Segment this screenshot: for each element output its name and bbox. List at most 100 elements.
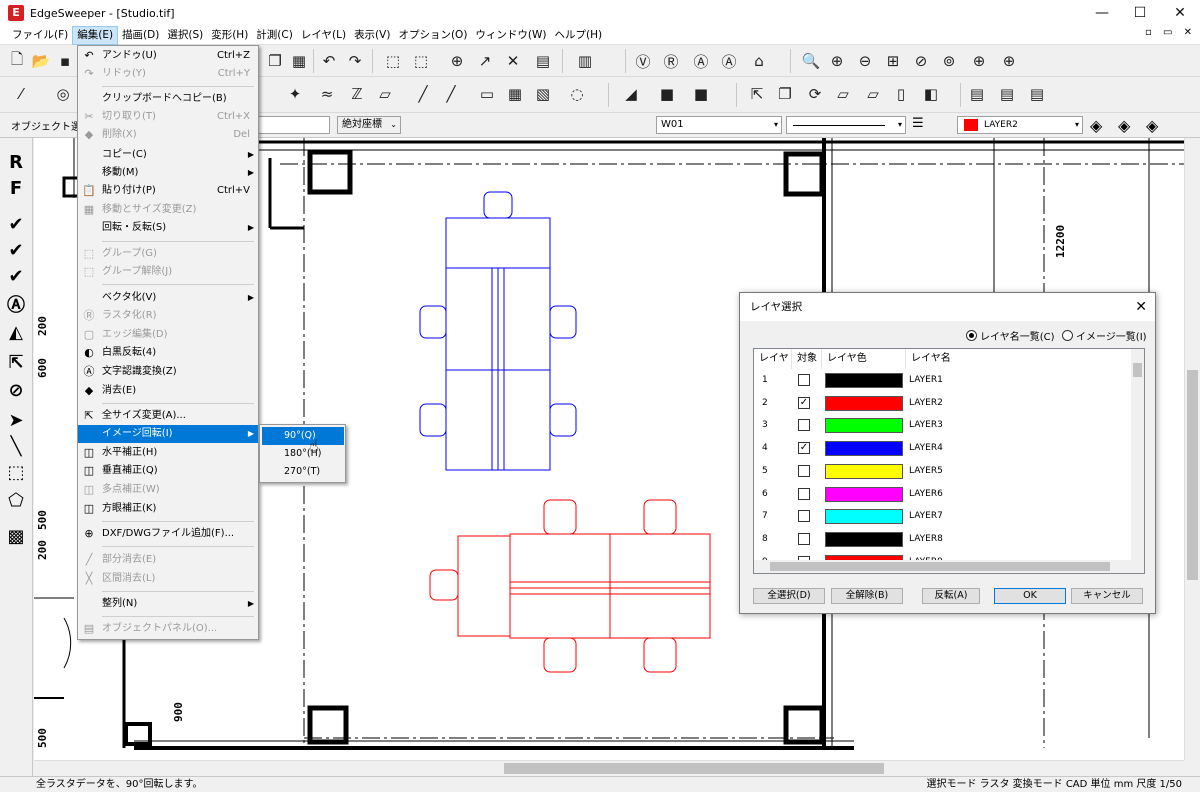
horizontal-scrollbar[interactable] xyxy=(34,760,1184,776)
menu-vectorize[interactable]: ベクタ化(V) ▶ xyxy=(78,289,258,307)
line-width-select[interactable]: W01 ▾ xyxy=(656,116,782,134)
dialog-close-icon[interactable]: ✕ xyxy=(1135,293,1147,321)
select-all-button[interactable]: 全選択(D) xyxy=(753,588,825,604)
curve-icon[interactable]: ≈ xyxy=(316,83,338,105)
maximize-button[interactable]: ☐ xyxy=(1120,0,1160,26)
menu-group[interactable]: ⬚ グループ(G) xyxy=(78,245,258,263)
perspective-icon[interactable]: ▯ xyxy=(890,83,912,105)
col-header-target[interactable]: 対象 xyxy=(792,349,822,369)
menu-paste[interactable]: 📋 貼り付け(P) Ctrl+V xyxy=(78,182,258,200)
rotate-tool-icon[interactable]: ◌ xyxy=(566,83,588,105)
pattern-icon[interactable]: ▩ xyxy=(4,524,28,548)
rect-select-icon[interactable]: ⬚ xyxy=(4,460,28,484)
menu-transform[interactable]: 変形(H) xyxy=(207,26,252,45)
select-rect-icon[interactable]: ▦ xyxy=(288,50,310,72)
menu-rasterize[interactable]: Ⓡ ラスタ化(R) xyxy=(78,307,258,325)
layer-target-checkbox[interactable] xyxy=(798,510,810,523)
value-field[interactable] xyxy=(258,116,330,134)
shape-icon[interactable]: ▱ xyxy=(374,83,396,105)
layer-row[interactable]: 2 ✓ LAYER2 xyxy=(754,392,1132,415)
menu-view[interactable]: 表示(V) xyxy=(350,26,394,45)
deselect-all-button[interactable]: 全解除(B) xyxy=(831,588,903,604)
layer-row[interactable]: 5 LAYER5 xyxy=(754,460,1132,483)
menu-image-rotate[interactable]: イメージ回転(I) ▶ xyxy=(78,425,258,443)
menu-copy[interactable]: コピー(C) ▶ xyxy=(78,146,258,164)
layer-color-swatch[interactable] xyxy=(825,418,903,434)
zoom-in-icon[interactable]: ⊕ xyxy=(826,50,848,72)
menu-ocr[interactable]: Ⓐ 文字認識変換(Z) xyxy=(78,363,258,381)
radio-layer-names[interactable]: レイヤ名一覧(C) xyxy=(966,328,1055,343)
layer-row[interactable]: 3 LAYER3 xyxy=(754,414,1132,437)
layer-row[interactable]: 4 ✓ LAYER4 xyxy=(754,437,1132,460)
ocr-check-icon[interactable]: Ⓐ xyxy=(4,292,28,316)
layer-color-swatch[interactable] xyxy=(825,509,903,525)
menu-cut[interactable]: ✂ 切り取り(T) Ctrl+X xyxy=(78,108,258,126)
save-icon[interactable]: ▪ xyxy=(54,50,76,72)
menu-layer[interactable]: レイヤ(L) xyxy=(297,26,350,45)
area-icon[interactable]: ▤ xyxy=(1026,83,1048,105)
skew-icon[interactable]: ▱ xyxy=(832,83,854,105)
menu-edit[interactable]: 編集(E) xyxy=(72,25,119,45)
reverse-icon[interactable]: ◧ xyxy=(920,83,942,105)
coord-mode-select[interactable]: 絶対座標 ⌄ xyxy=(337,116,401,134)
check-icon[interactable]: ✔ xyxy=(4,212,28,236)
undo-icon[interactable]: ↶ xyxy=(318,50,340,72)
col-header-layer[interactable]: レイヤ xyxy=(754,349,792,369)
menu-rotate-flip[interactable]: 回転・反転(S) ▶ xyxy=(78,219,258,237)
menu-multipoint-correct[interactable]: ◫ 多点補正(W) xyxy=(78,481,258,499)
stamp-icon[interactable]: ⌂ xyxy=(748,50,770,72)
layer-color-swatch[interactable] xyxy=(825,395,903,411)
invert-button[interactable]: 反転(A) xyxy=(922,588,980,604)
zoom-fit-icon[interactable]: ⊞ xyxy=(882,50,904,72)
copy2-icon[interactable]: ❐ xyxy=(774,83,796,105)
check3-icon[interactable]: ✔ xyxy=(4,264,28,288)
fill-check-icon[interactable]: ◭ xyxy=(4,320,28,344)
layer-row[interactable]: 6 LAYER6 xyxy=(754,483,1132,506)
raster-f-icon[interactable]: F xyxy=(4,176,28,200)
layer-color-swatch[interactable] xyxy=(825,373,903,388)
scroll-thumb[interactable] xyxy=(1187,370,1198,580)
line-style-select[interactable]: ▾ xyxy=(786,116,906,134)
redo-icon[interactable]: ↷ xyxy=(344,50,366,72)
crop-icon[interactable]: ⬚ xyxy=(382,50,404,72)
resize-icon[interactable]: ⇱ xyxy=(746,83,768,105)
table-tool-icon[interactable]: ▦ xyxy=(504,83,526,105)
rotate-image-icon[interactable]: ⟳ xyxy=(804,83,826,105)
rotate-90-item[interactable]: 90°(Q) xyxy=(262,427,344,445)
raster-r-icon[interactable]: R xyxy=(4,150,28,174)
vector-r-icon[interactable]: Ⓡ xyxy=(660,50,682,72)
mdi-window-controls[interactable]: ▫ ▭ ✕ xyxy=(1145,27,1196,38)
menu-horizontal-correct[interactable]: ◫ 水平補正(H) xyxy=(78,444,258,462)
sparkle-icon[interactable]: ✦ xyxy=(284,83,306,105)
layer-color-swatch[interactable] xyxy=(825,531,903,547)
menu-vertical-correct[interactable]: ◫ 垂直補正(Q) xyxy=(78,462,258,480)
arrow-tool-icon[interactable]: ↗ xyxy=(474,50,496,72)
line-select-icon[interactable]: ╲ xyxy=(4,434,28,458)
cancel-button[interactable]: キャンセル xyxy=(1071,588,1143,604)
cross-tool-icon[interactable]: ✕ xyxy=(502,50,524,72)
set-origin-icon[interactable]: ⊕ xyxy=(998,50,1020,72)
menu-align[interactable]: 整列(N) ▶ xyxy=(78,595,258,613)
menu-ungroup[interactable]: ⬚ グループ解除(J) xyxy=(78,263,258,281)
ok-button[interactable]: OK xyxy=(994,588,1066,604)
layer-target-checkbox[interactable] xyxy=(798,374,810,386)
layer-select[interactable]: LAYER2 ▾ xyxy=(957,116,1083,134)
grid-icon[interactable]: ▥ xyxy=(574,50,596,72)
copy-icon[interactable]: ❐ xyxy=(264,50,286,72)
layers-icon[interactable]: ◈ xyxy=(1090,116,1102,135)
layer-row[interactable]: 1 LAYER1 xyxy=(754,369,1132,392)
check2-icon[interactable]: ✔ xyxy=(4,238,28,262)
menu-undo[interactable]: ↶ アンドゥ(U) Ctrl+Z xyxy=(78,47,258,65)
distort-icon[interactable]: ▱ xyxy=(862,83,884,105)
diagonal-icon[interactable]: ╱ xyxy=(412,83,434,105)
zoom-window-icon[interactable]: ⊘ xyxy=(910,50,932,72)
list-horizontal-scrollbar[interactable] xyxy=(754,560,1144,573)
crosshair-icon[interactable]: ⊕ xyxy=(968,50,990,72)
layer-target-checkbox[interactable]: ✓ xyxy=(798,442,810,455)
fill-icon[interactable]: ◢ xyxy=(620,83,642,105)
add-layer-icon[interactable]: ⊕ xyxy=(446,50,468,72)
menu-erase[interactable]: ◆ 消去(E) xyxy=(78,382,258,400)
layer-target-checkbox[interactable] xyxy=(798,464,810,477)
list-vertical-scrollbar[interactable] xyxy=(1131,349,1144,560)
crop-select-icon[interactable]: ⬚ xyxy=(410,50,432,72)
